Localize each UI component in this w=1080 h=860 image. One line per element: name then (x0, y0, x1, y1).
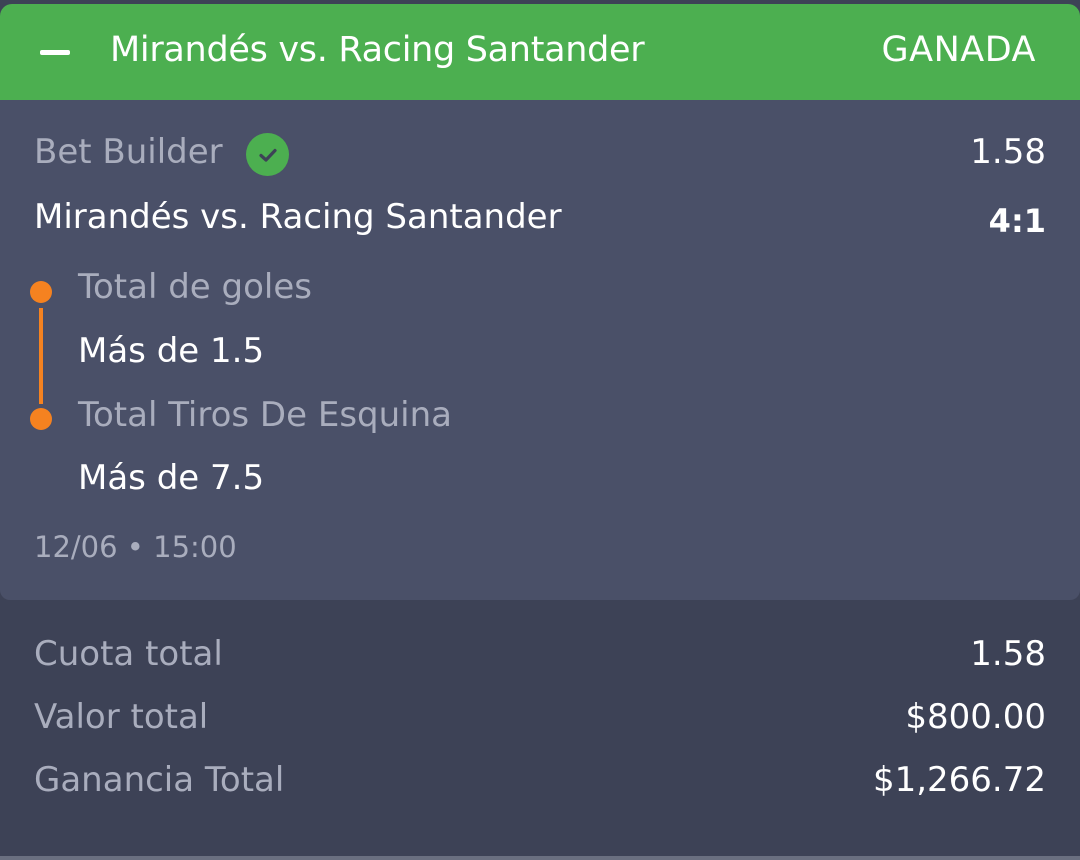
market-selection: Más de 7.5 (78, 458, 265, 498)
market-name: Total de goles (78, 267, 312, 307)
bet-header[interactable]: Mirandés vs. Racing Santander GANADA (0, 4, 1080, 100)
selection-match-name: Mirandés vs. Racing Santander (34, 197, 562, 237)
timeline-dot (30, 408, 52, 430)
bet-type-label: Bet Builder (34, 132, 223, 172)
bet-card: Mirandés vs. Racing Santander GANADA Bet… (0, 0, 1080, 856)
total-odds-value: 1.58 (970, 634, 1046, 674)
timeline-line (39, 308, 43, 404)
total-odds-label: Cuota total (34, 634, 223, 674)
header-match-title: Mirandés vs. Racing Santander (110, 30, 645, 70)
market-name: Total Tiros De Esquina (78, 395, 452, 435)
bet-selection: Bet Builder 1.58 Mirandés vs. Racing San… (0, 100, 1080, 600)
match-score: 4:1 (988, 202, 1046, 240)
market-selection: Más de 1.5 (78, 331, 265, 371)
minus-icon[interactable] (40, 50, 70, 55)
total-stake-value: $800.00 (905, 697, 1046, 737)
selection-odds: 1.58 (970, 132, 1046, 172)
bet-status-badge: GANADA (881, 30, 1036, 70)
total-win-label: Ganancia Total (34, 760, 285, 800)
timeline-dot (30, 281, 52, 303)
divider (0, 856, 1080, 860)
event-datetime: 12/06 • 15:00 (34, 530, 237, 564)
total-stake-label: Valor total (34, 697, 209, 737)
check-circle-icon (246, 133, 289, 176)
total-win-value: $1,266.72 (872, 760, 1046, 800)
